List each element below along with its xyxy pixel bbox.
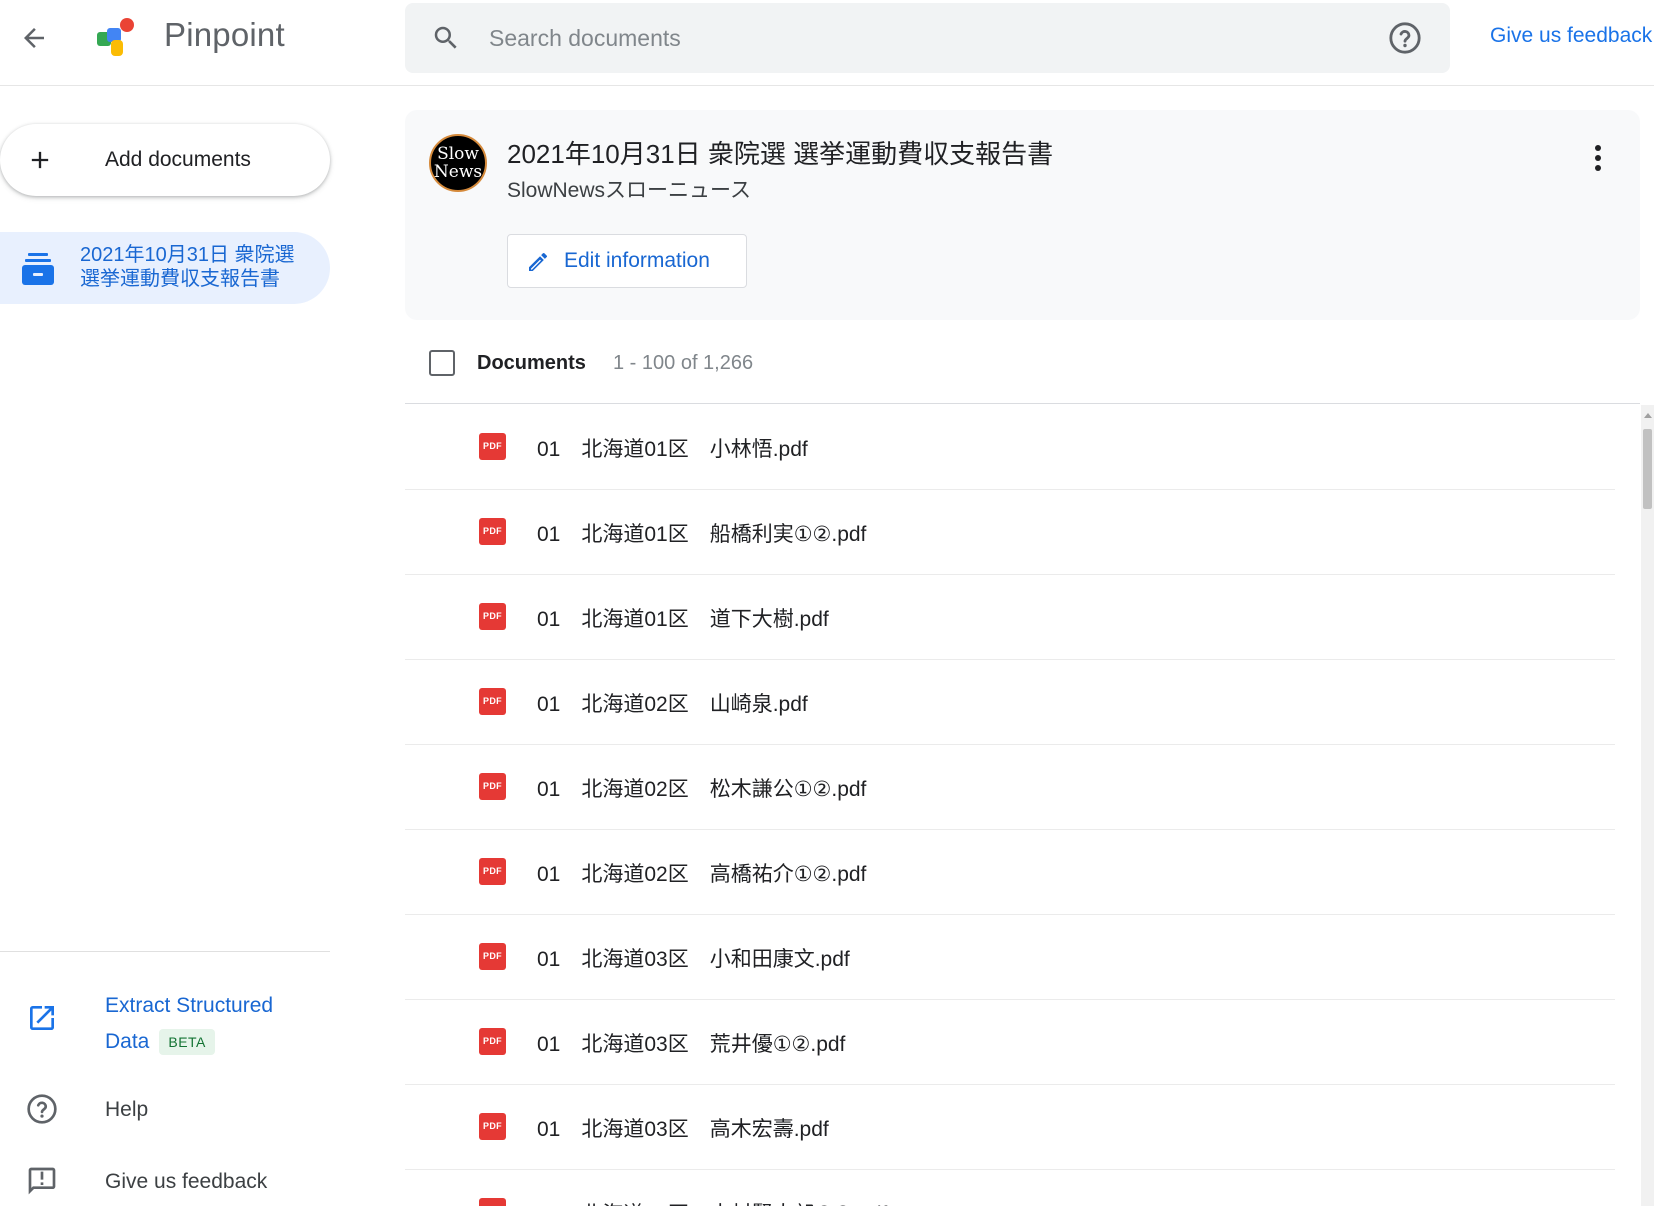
open-in-new-icon [30, 1006, 54, 1030]
back-button[interactable] [14, 18, 54, 58]
document-name: 01 北海道04区 本村賢太郎①②.pdf [537, 1198, 887, 1206]
pdf-icon: PDF [479, 688, 506, 715]
document-name: 01 北海道03区 荒井優①②.pdf [537, 1033, 846, 1056]
document-list: PDF 01 北海道01区 小林悟.pdf PDF 01 北海道01区 船橋利実… [405, 405, 1615, 1206]
documents-label: Documents [477, 352, 586, 374]
help-icon [27, 1094, 57, 1124]
sidebar-help-label: Help [105, 1098, 149, 1121]
scroll-up-arrow-icon[interactable] [1644, 413, 1652, 418]
document-row[interactable]: PDF 01 北海道03区 荒井優①②.pdf [405, 1000, 1615, 1085]
documents-header: Documents 1 - 100 of 1,266 [405, 330, 1640, 404]
document-row[interactable]: PDF 01 北海道04区 本村賢太郎①②.pdf [405, 1170, 1615, 1206]
document-name: 01 北海道01区 道下大樹.pdf [537, 608, 829, 631]
add-documents-button[interactable]: Add documents [0, 124, 330, 196]
more-vert-icon[interactable] [1586, 138, 1610, 178]
top-bar: Pinpoint Give us feedback [0, 0, 1654, 86]
avatar-text-line1: Slow [437, 144, 479, 164]
extract-structured-data-link[interactable]: Extract Structured Data BETA [0, 980, 330, 1060]
pdf-icon: PDF [479, 943, 506, 970]
pdf-icon: PDF [479, 858, 506, 885]
pdf-icon: PDF [479, 1113, 506, 1140]
search-bar[interactable] [405, 3, 1450, 73]
sidebar-feedback-label: Give us feedback [105, 1170, 268, 1193]
edit-information-button[interactable]: Edit information [507, 234, 747, 288]
app-title: Pinpoint [164, 16, 285, 53]
pdf-icon: PDF [479, 433, 506, 460]
pdf-icon: PDF [479, 518, 506, 545]
scroll-thumb[interactable] [1643, 429, 1652, 509]
document-row[interactable]: PDF 01 北海道01区 船橋利実①②.pdf [405, 490, 1615, 575]
pdf-icon: PDF [479, 1028, 506, 1055]
arrow-back-icon [24, 28, 44, 48]
sidebar-divider [0, 951, 330, 952]
document-row[interactable]: PDF 01 北海道01区 道下大樹.pdf [405, 575, 1615, 660]
collection-avatar: Slow News [429, 134, 487, 192]
document-row[interactable]: PDF 01 北海道03区 小和田康文.pdf [405, 915, 1615, 1000]
document-name: 01 北海道01区 船橋利実①②.pdf [537, 523, 867, 546]
pinpoint-logo [97, 18, 134, 56]
search-icon [434, 26, 457, 49]
document-name: 01 北海道01区 小林悟.pdf [537, 438, 808, 461]
document-row[interactable]: PDF 01 北海道03区 高木宏壽.pdf [405, 1085, 1615, 1170]
pdf-icon: PDF [479, 1198, 506, 1206]
search-input[interactable] [489, 19, 1309, 57]
sidebar-feedback[interactable]: Give us feedback [0, 1160, 330, 1204]
document-name: 01 北海道02区 松木謙公①②.pdf [537, 778, 867, 801]
collection-owner: SlowNewsスローニュース [507, 179, 751, 202]
help-icon[interactable] [1388, 21, 1422, 55]
select-all-checkbox[interactable] [429, 350, 455, 376]
collection-header-card: Slow News 2021年10月31日 衆院選 選挙運動費収支報告書 Slo… [405, 110, 1640, 320]
collection-title: 2021年10月31日 衆院選 選挙運動費収支報告書 [507, 139, 1054, 169]
sidebar-item-collection[interactable]: 2021年10月31日 衆院選 選挙運動費収支報告書 [0, 232, 330, 304]
give-feedback-link[interactable]: Give us feedback [1490, 24, 1652, 48]
extract-label-wrap: Extract Structured Data BETA [105, 988, 305, 1060]
collection-icon [22, 253, 54, 285]
document-name: 01 北海道03区 高木宏壽.pdf [537, 1118, 829, 1141]
plus-icon [31, 151, 49, 169]
pdf-icon: PDF [479, 603, 506, 630]
document-row[interactable]: PDF 01 北海道01区 小林悟.pdf [405, 405, 1615, 490]
documents-count: 1 - 100 of 1,266 [613, 352, 754, 374]
edit-information-label: Edit information [564, 249, 710, 272]
document-name: 01 北海道02区 山崎泉.pdf [537, 693, 808, 716]
add-documents-label: Add documents [105, 148, 251, 171]
feedback-icon [28, 1167, 56, 1195]
document-row[interactable]: PDF 01 北海道02区 山崎泉.pdf [405, 660, 1615, 745]
document-name: 01 北海道03区 小和田康文.pdf [537, 948, 850, 971]
pencil-icon [529, 252, 548, 271]
beta-badge: BETA [159, 1029, 215, 1056]
document-list-scrollbar[interactable] [1641, 405, 1654, 1206]
avatar-text-line2: News [433, 162, 483, 182]
sidebar-help[interactable]: Help [0, 1088, 330, 1132]
pdf-icon: PDF [479, 773, 506, 800]
document-row[interactable]: PDF 01 北海道02区 高橋祐介①②.pdf [405, 830, 1615, 915]
document-row[interactable]: PDF 01 北海道02区 松木謙公①②.pdf [405, 745, 1615, 830]
sidebar-item-collection-label: 2021年10月31日 衆院選 選挙運動費収支報告書 [80, 244, 295, 290]
document-name: 01 北海道02区 高橋祐介①②.pdf [537, 863, 867, 886]
